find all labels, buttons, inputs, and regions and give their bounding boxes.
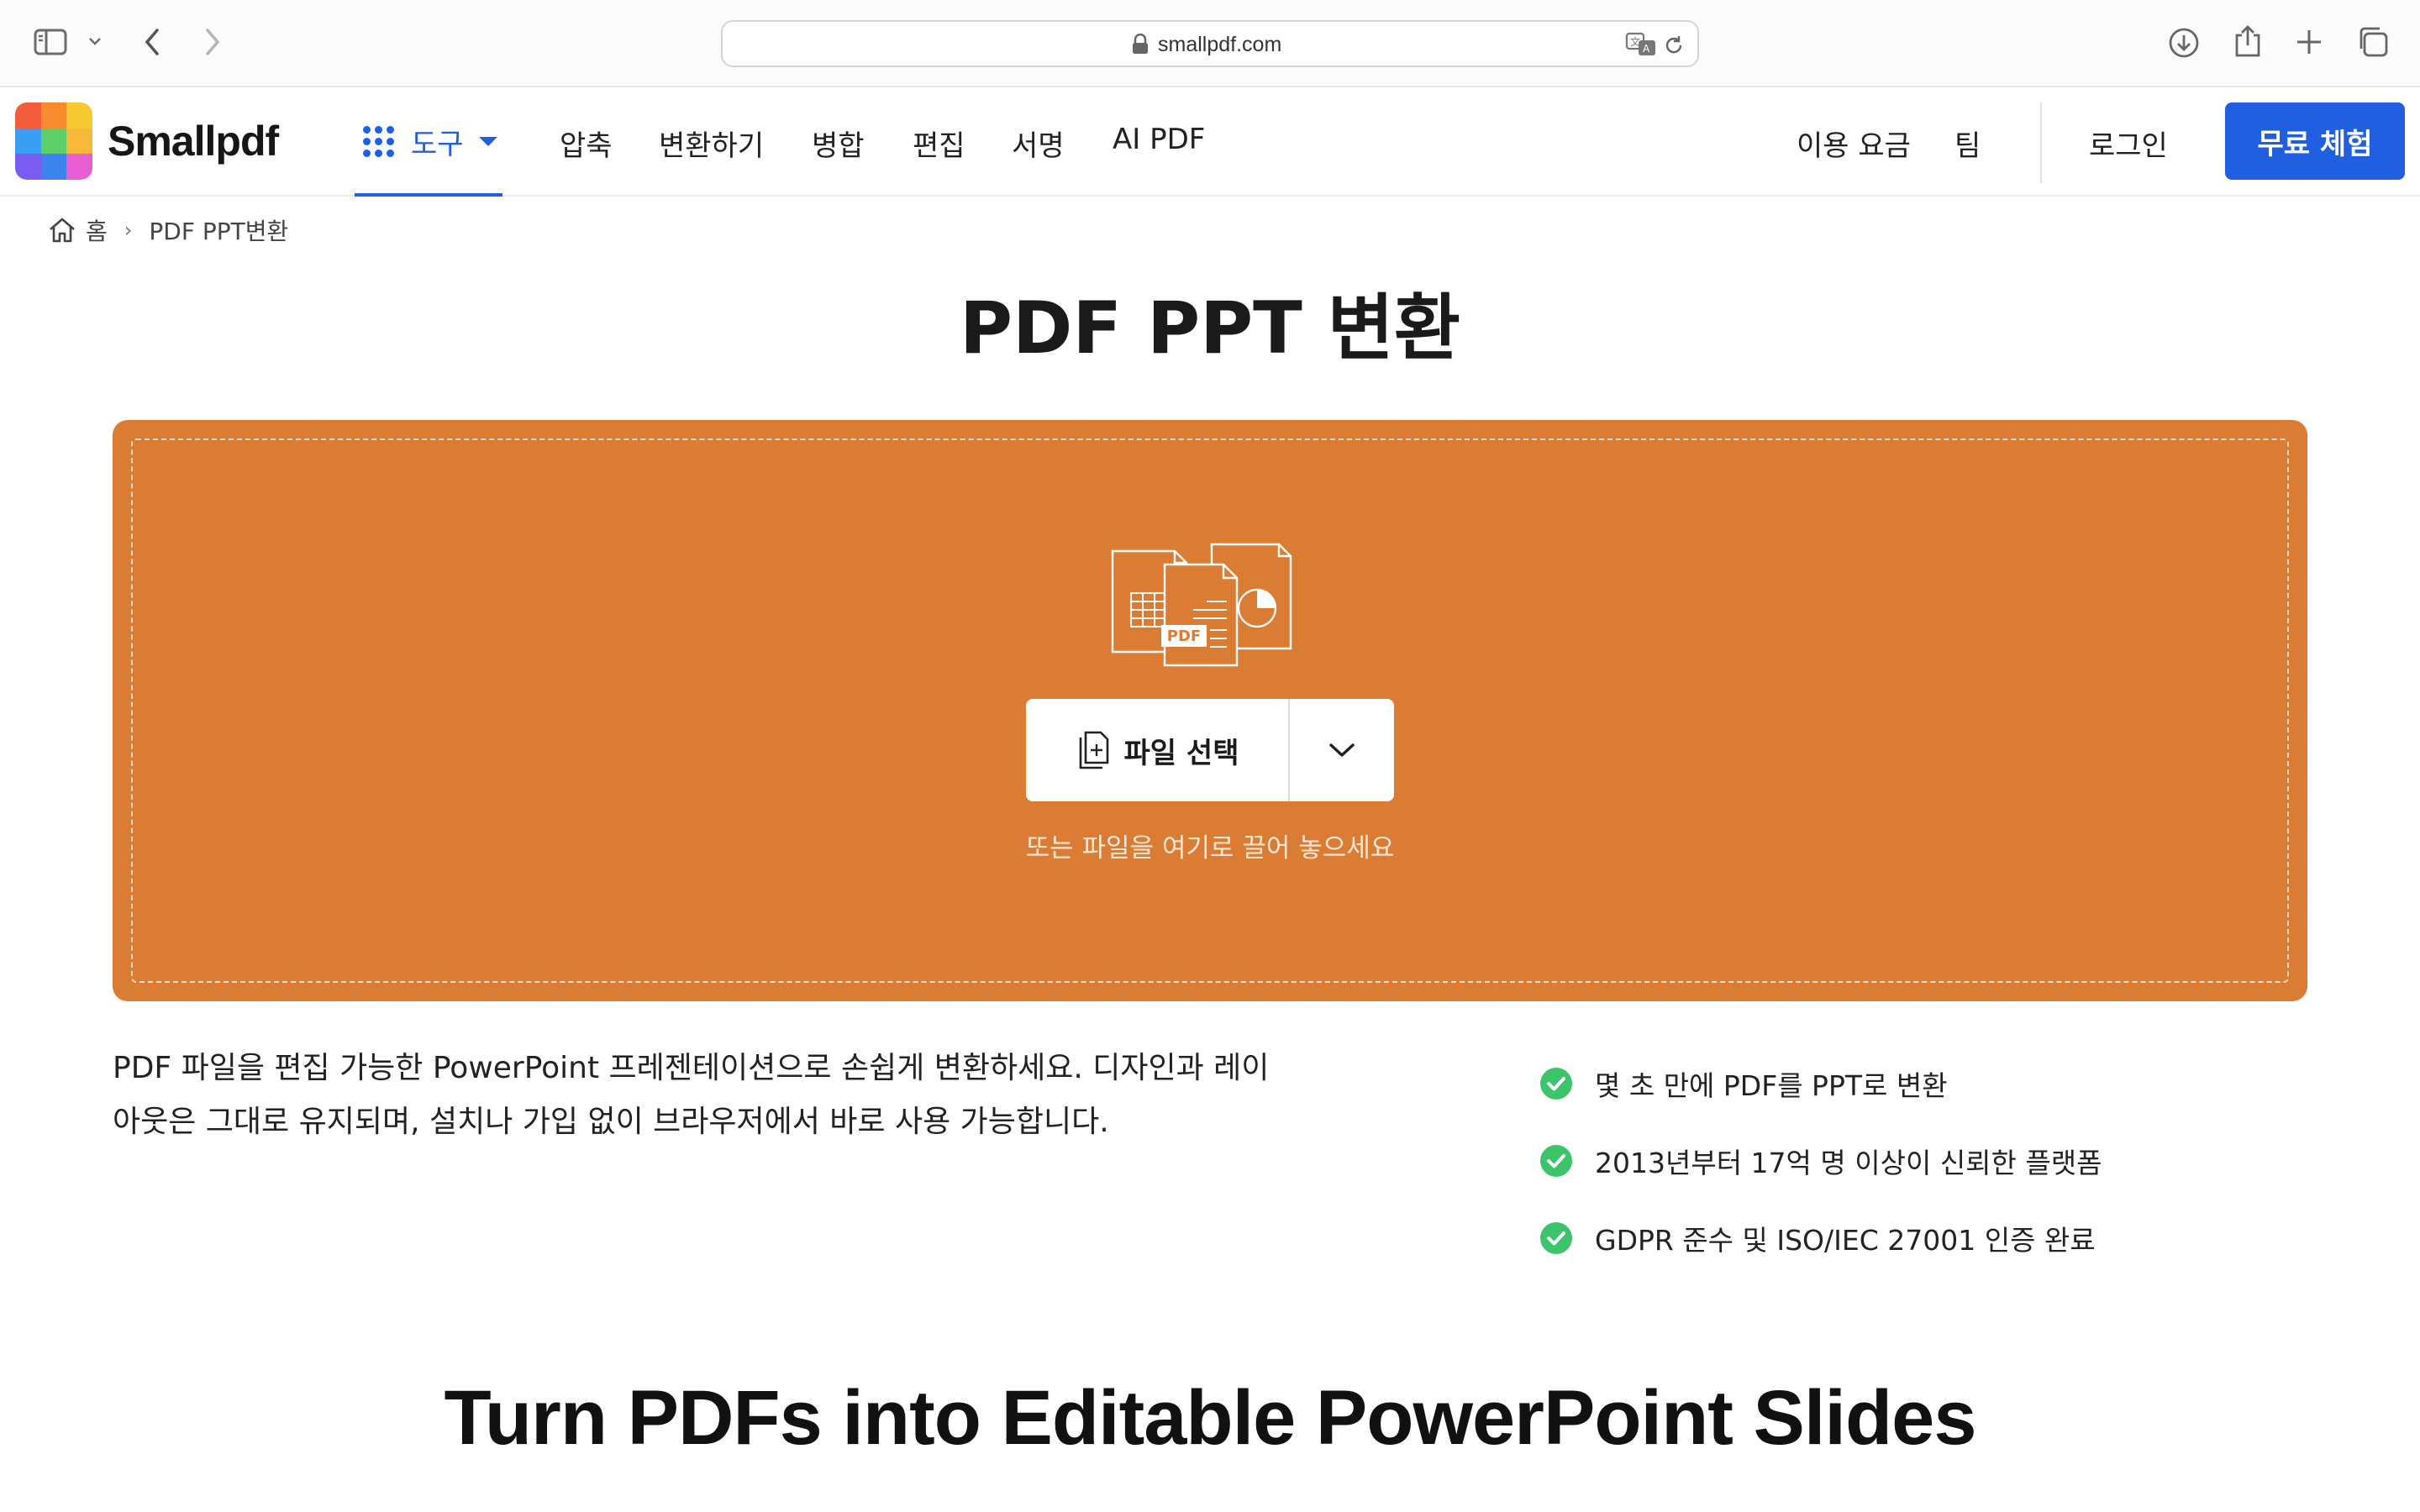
check-circle-icon — [1539, 1144, 1573, 1178]
header-divider — [2040, 102, 2042, 183]
smallpdf-logo[interactable]: Smallpdf — [15, 102, 279, 180]
back-arrow-icon[interactable] — [143, 27, 161, 57]
nav-merge[interactable]: 병합 — [812, 123, 865, 164]
feature-item: 몇 초 만에 PDF를 PPT로 변환 — [1539, 1045, 2102, 1122]
breadcrumb-current: PDF PPT변환 — [149, 218, 289, 245]
nav-team[interactable]: 팀 — [1954, 123, 1981, 164]
nav-convert[interactable]: 변환하기 — [659, 123, 764, 164]
caret-down-icon — [478, 136, 497, 146]
logo-text: Smallpdf — [108, 118, 279, 165]
breadcrumb: 홈 › PDF PPT변환 — [47, 213, 288, 247]
tools-menu-label: 도구 — [411, 127, 464, 161]
home-icon[interactable] — [47, 215, 77, 245]
file-select-group: 파일 선택 — [1026, 699, 1394, 801]
nav-edit[interactable]: 편집 — [913, 123, 965, 164]
feature-text: GDPR 준수 및 ISO/IEC 27001 인증 완료 — [1595, 1224, 2096, 1257]
logo-tile — [15, 128, 41, 155]
logo-tile — [15, 154, 41, 180]
nav-ai-pdf[interactable]: AI PDF — [1113, 123, 1205, 156]
logo-tile — [66, 102, 92, 129]
url-text: smallpdf.com — [1158, 33, 1282, 56]
lock-icon — [1131, 33, 1150, 59]
choose-file-label: 파일 선택 — [1123, 736, 1239, 770]
logo-tile — [66, 128, 92, 155]
logo-tile — [66, 154, 92, 180]
reload-icon[interactable] — [1662, 34, 1686, 60]
check-circle-icon — [1539, 1221, 1573, 1255]
tab-overview-icon[interactable] — [2356, 25, 2390, 59]
breadcrumb-separator-icon: › — [124, 218, 133, 242]
sidebar-toggle-icon[interactable] — [34, 29, 67, 55]
svg-text:A: A — [1643, 43, 1650, 55]
downloads-icon[interactable] — [2168, 27, 2200, 59]
add-file-icon — [1076, 729, 1111, 771]
feature-text: 몇 초 만에 PDF를 PPT로 변환 — [1595, 1069, 1948, 1102]
logo-tile — [15, 102, 41, 129]
browser-toolbar: smallpdf.com 文A — [0, 0, 2420, 87]
chevron-down-icon[interactable] — [87, 35, 103, 47]
new-tab-icon[interactable] — [2294, 27, 2324, 57]
login-link[interactable]: 로그인 — [2089, 123, 2168, 164]
logo-mark-icon — [15, 102, 92, 180]
translate-icon[interactable]: 文A — [1625, 32, 1659, 60]
feature-list: 몇 초 만에 PDF를 PPT로 변환 2013년부터 17억 명 이상이 신뢰… — [1539, 1045, 2102, 1277]
choose-file-button[interactable]: 파일 선택 — [1026, 699, 1290, 801]
description-line-1: PDF 파일을 편집 가능한 PowerPoint 프레젠테이션으로 손쉽게 변… — [113, 1051, 1270, 1085]
address-bar[interactable]: smallpdf.com 文A — [721, 20, 1699, 67]
feature-item: 2013년부터 17억 명 이상이 신뢰한 플랫폼 — [1539, 1122, 2102, 1200]
free-trial-button[interactable]: 무료 체험 — [2225, 102, 2405, 180]
more-upload-options-button[interactable] — [1290, 699, 1394, 801]
tool-description: PDF 파일을 편집 가능한 PowerPoint 프레젠테이션으로 손쉽게 변… — [113, 1042, 1339, 1149]
chevron-down-icon — [1328, 741, 1356, 759]
grid-dots-icon — [363, 125, 394, 157]
nav-compress[interactable]: 압축 — [560, 123, 613, 164]
logo-tile — [40, 102, 67, 129]
page-title: PDF PPT 변환 — [959, 286, 1460, 370]
documents-illustration-icon: PDF — [1109, 543, 1302, 672]
logo-tile — [40, 128, 67, 155]
check-circle-icon — [1539, 1067, 1573, 1100]
file-dropzone[interactable]: PDF 파일 선택 또는 파일을 여기로 끌어 놓으세요 — [113, 420, 2307, 1001]
nav-pricing[interactable]: 이용 요금 — [1797, 123, 1911, 164]
section-headline: Turn PDFs into Editable PowerPoint Slide… — [444, 1375, 1976, 1461]
share-icon[interactable] — [2233, 24, 2262, 59]
feature-text: 2013년부터 17억 명 이상이 신뢰한 플랫폼 — [1595, 1147, 2102, 1179]
logo-tile — [40, 154, 67, 180]
forward-arrow-icon[interactable] — [203, 27, 222, 57]
description-line-2: 아웃은 그대로 유지되며, 설치나 가입 없이 브라우저에서 바로 사용 가능합… — [113, 1105, 1109, 1139]
feature-item: GDPR 준수 및 ISO/IEC 27001 인증 완료 — [1539, 1200, 2102, 1277]
drop-hint-text: 또는 파일을 여기로 끌어 놓으세요 — [1025, 833, 1395, 864]
nav-sign[interactable]: 서명 — [1012, 123, 1065, 164]
site-header: Smallpdf 도구 압축 변환하기 병합 편집 서명 AI PDF 이용 요… — [0, 89, 2420, 197]
breadcrumb-home[interactable]: 홈 — [86, 213, 108, 247]
tools-menu[interactable]: 도구 — [355, 89, 502, 197]
pdf-badge-label: PDF — [1167, 627, 1201, 645]
